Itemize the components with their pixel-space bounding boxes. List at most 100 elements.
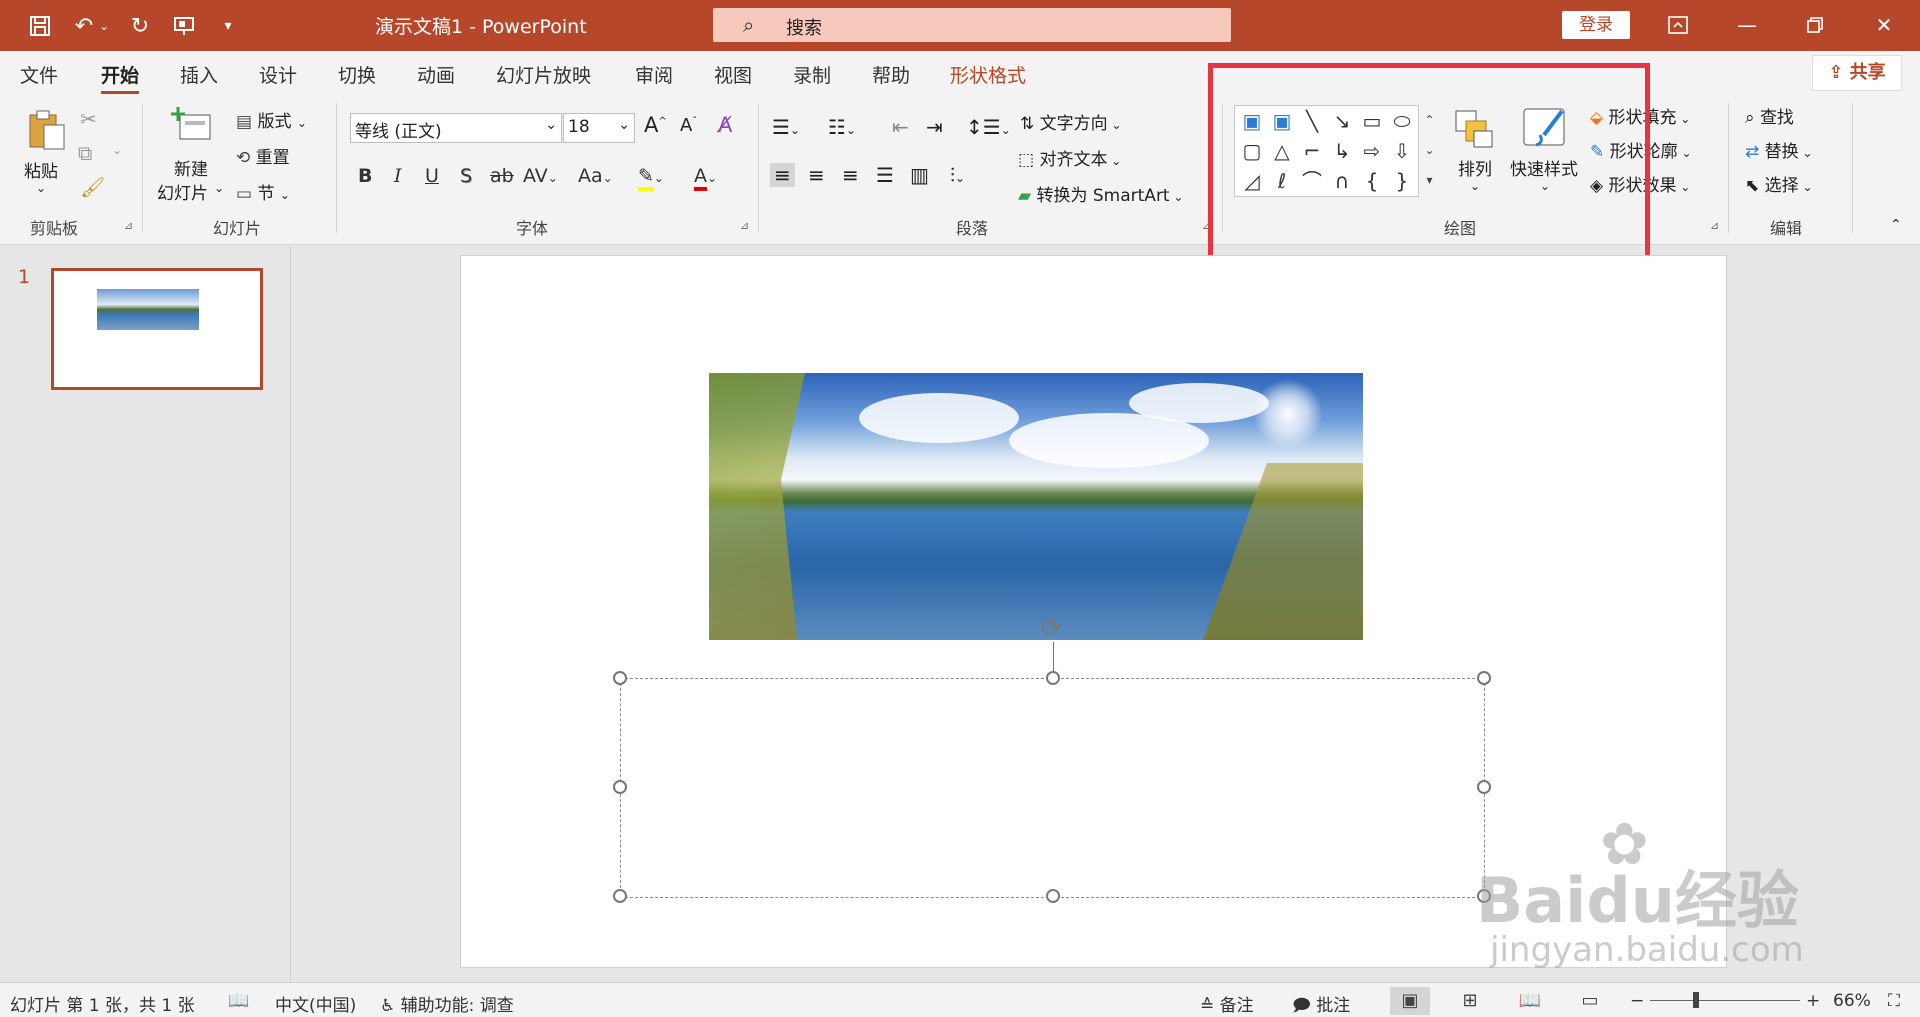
undo-dropdown-icon[interactable]: ⌄ — [94, 10, 114, 42]
text-direction-button[interactable]: ⇅ 文字方向 ⌄ — [1020, 109, 1122, 134]
decrease-font-size-icon[interactable]: Aˇ — [680, 115, 697, 136]
text-placeholder-box[interactable] — [613, 671, 1491, 903]
notes-button[interactable]: ≙ 备注 — [1200, 991, 1254, 1016]
align-text-button[interactable]: ⬚ 对齐文本 ⌄ — [1018, 145, 1121, 170]
tab-view[interactable]: 视图 — [714, 61, 752, 88]
tab-record[interactable]: 录制 — [793, 61, 831, 88]
tab-insert[interactable]: 插入 — [180, 61, 218, 88]
slideshow-view-icon[interactable]: ▭ — [1570, 987, 1610, 1015]
bullets-button[interactable]: ☰⌄ — [772, 115, 800, 139]
new-slide-label-1[interactable]: 新建 — [174, 155, 208, 180]
fit-slide-icon[interactable]: ⛶ — [1888, 991, 1900, 1011]
font-color-button[interactable]: A⌄ — [694, 165, 717, 191]
select-button[interactable]: ⬉ 选择 ⌄ — [1745, 171, 1813, 196]
align-right-icon[interactable]: ≡ — [842, 163, 859, 187]
tab-review[interactable]: 审阅 — [635, 61, 673, 88]
tab-animations[interactable]: 动画 — [417, 61, 455, 88]
save-icon[interactable] — [24, 10, 56, 42]
slide-count[interactable]: 幻灯片 第 1 张，共 1 张 — [10, 991, 195, 1016]
font-launcher-icon[interactable]: ⊿ — [740, 219, 749, 232]
distributed-icon[interactable]: ▥ — [910, 163, 929, 187]
redo-icon[interactable]: ↻ — [124, 10, 156, 42]
resize-handle-bottom[interactable] — [1046, 889, 1060, 903]
tab-transitions[interactable]: 切换 — [338, 61, 376, 88]
font-size-combo[interactable]: 18 ⌄ — [563, 113, 635, 143]
cut-icon[interactable]: ✂ — [80, 107, 97, 131]
decrease-indent-icon[interactable]: ⇤ — [892, 115, 909, 139]
justify-icon[interactable]: ☰ — [876, 163, 894, 187]
paste-icon[interactable] — [24, 107, 68, 151]
login-button[interactable]: 登录 — [1562, 11, 1630, 39]
font-name-combo[interactable]: 等线 (正文) ⌄ — [350, 113, 562, 143]
text-shadow-button[interactable]: S — [460, 165, 472, 187]
minimize-icon[interactable]: — — [1727, 8, 1767, 42]
slide-thumbnail[interactable] — [51, 268, 263, 390]
resize-handle-right[interactable] — [1477, 780, 1491, 794]
character-spacing-button[interactable]: AV⌄ — [523, 165, 558, 187]
highlight-color-button[interactable]: ✎⌄ — [638, 165, 664, 191]
accessibility-status[interactable]: ♿ 辅助功能: 调查 — [380, 991, 514, 1016]
zoom-out-icon[interactable]: − — [1630, 991, 1644, 1011]
search-box[interactable]: ⌕ 搜索 — [713, 8, 1231, 42]
slide-sorter-icon[interactable]: ⊞ — [1450, 987, 1490, 1015]
lake-photo[interactable] — [709, 373, 1363, 640]
tab-home[interactable]: 开始 — [101, 61, 140, 94]
italic-button[interactable]: I — [394, 165, 402, 187]
zoom-level[interactable]: 66% — [1833, 991, 1871, 1011]
increase-indent-icon[interactable]: ⇥ — [926, 115, 943, 139]
customize-toolbar-icon[interactable]: ▾ — [212, 10, 244, 42]
reset-button[interactable]: ⟲ 重置 — [236, 143, 290, 168]
align-center-icon[interactable]: ≡ — [808, 163, 825, 187]
clear-formatting-icon[interactable]: A̸ — [718, 113, 732, 137]
tab-file[interactable]: 文件 — [20, 61, 58, 88]
language[interactable]: 中文(中国) — [275, 991, 356, 1016]
zoom-in-icon[interactable]: + — [1806, 991, 1820, 1011]
ribbon-display-options-icon[interactable] — [1658, 8, 1698, 42]
increase-font-size-icon[interactable]: A^ — [644, 113, 667, 137]
change-case-button[interactable]: Aa⌄ — [578, 165, 613, 187]
layout-button[interactable]: ▤ 版式 ⌄ — [236, 107, 307, 132]
tab-shape-format[interactable]: 形状格式 — [950, 61, 1026, 88]
paste-dropdown-icon[interactable]: ⌄ — [36, 181, 46, 195]
new-slide-icon[interactable] — [170, 105, 214, 149]
clipboard-launcher-icon[interactable]: ⊿ — [124, 219, 133, 232]
normal-view-icon[interactable]: ▣ — [1390, 987, 1430, 1015]
paste-label[interactable]: 粘贴 — [24, 157, 58, 182]
zoom-slider-thumb[interactable] — [1693, 992, 1699, 1008]
resize-handle-top-right[interactable] — [1477, 671, 1491, 685]
align-left-icon[interactable]: ≡ — [770, 163, 795, 187]
restore-icon[interactable] — [1795, 8, 1835, 42]
replace-button[interactable]: ⇄ 替换 ⌄ — [1745, 137, 1813, 162]
smartart-button[interactable]: ▰ 转换为 SmartArt ⌄ — [1018, 181, 1183, 206]
spell-check-icon[interactable]: 📖 — [228, 991, 249, 1011]
find-button[interactable]: ⌕ 查找 — [1745, 103, 1794, 128]
new-slide-dropdown-icon[interactable]: ⌄ — [214, 181, 224, 195]
copy-dropdown-icon[interactable]: ⌄ — [112, 143, 122, 157]
share-button[interactable]: ⇪ 共享 — [1812, 55, 1902, 91]
present-from-start-icon[interactable] — [168, 10, 200, 42]
tab-help[interactable]: 帮助 — [872, 61, 910, 88]
bold-button[interactable]: B — [358, 165, 372, 187]
resize-handle-top[interactable] — [1046, 671, 1060, 685]
section-button[interactable]: ▭ 节 ⌄ — [236, 179, 290, 204]
zoom-slider-track[interactable] — [1650, 1000, 1800, 1001]
tab-design[interactable]: 设计 — [259, 61, 297, 88]
resize-handle-left[interactable] — [613, 780, 627, 794]
drawing-launcher-icon[interactable]: ⊿ — [1710, 219, 1719, 232]
close-icon[interactable]: ✕ — [1864, 8, 1904, 42]
comments-button[interactable]: 🗩 批注 — [1292, 991, 1350, 1017]
resize-handle-top-left[interactable] — [613, 671, 627, 685]
columns-button[interactable]: ⫶⌄ — [950, 163, 965, 187]
strikethrough-button[interactable]: ab — [490, 165, 514, 187]
collapse-ribbon-icon[interactable]: ⌃ — [1890, 217, 1902, 233]
reading-view-icon[interactable]: 📖 — [1510, 987, 1550, 1015]
underline-button[interactable]: U — [425, 165, 439, 187]
resize-handle-bottom-left[interactable] — [613, 889, 627, 903]
tab-slideshow[interactable]: 幻灯片放映 — [496, 61, 591, 88]
rotate-handle-icon[interactable]: ⟳ — [1041, 614, 1063, 644]
numbering-button[interactable]: ☷⌄ — [828, 115, 856, 139]
new-slide-label-2[interactable]: 幻灯片 — [157, 179, 208, 204]
line-spacing-button[interactable]: ↕☰⌄ — [966, 115, 1011, 139]
copy-icon[interactable]: ⧉ — [78, 141, 92, 165]
format-painter-icon[interactable]: 🖌 — [80, 175, 105, 199]
